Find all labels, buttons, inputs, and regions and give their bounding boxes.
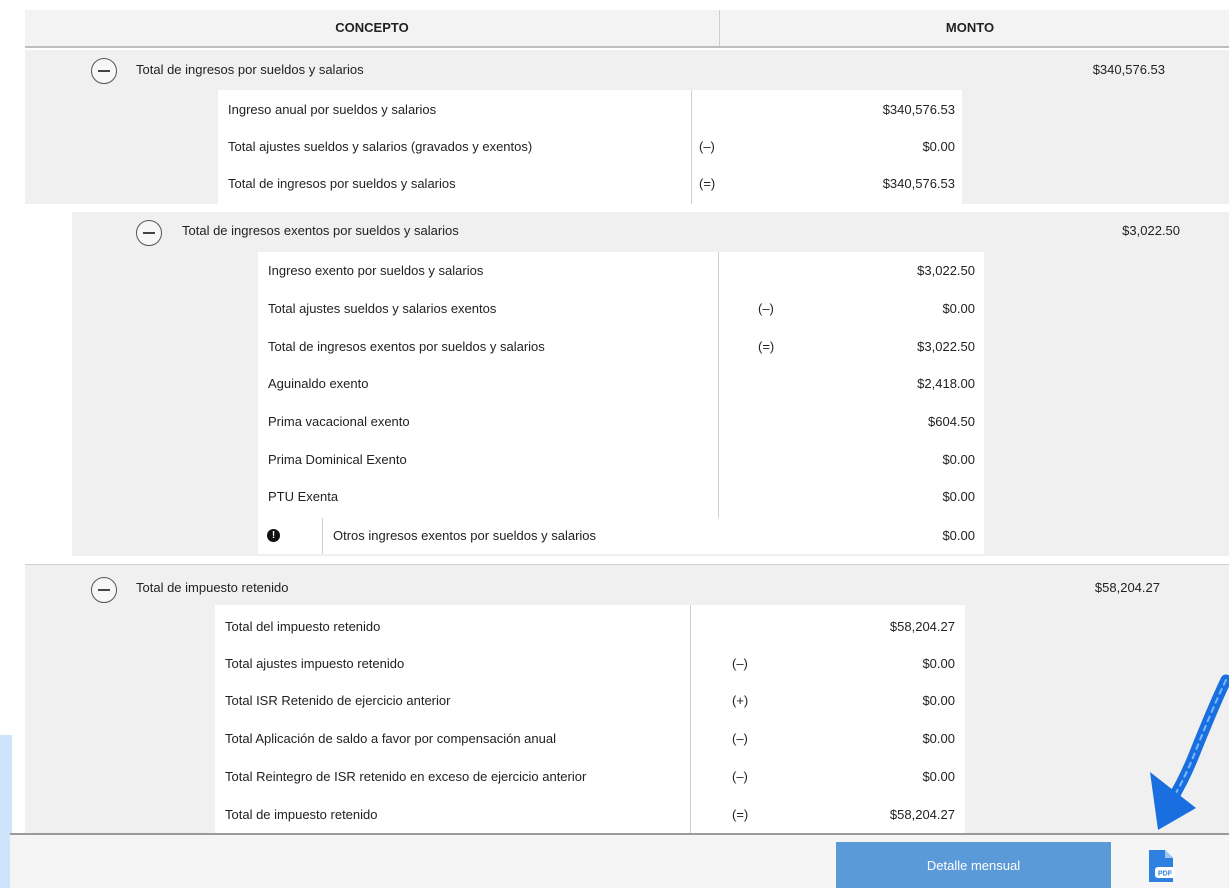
section-exentos-total: $3,022.50 [1122, 223, 1180, 238]
annotation-arrow-icon [1140, 660, 1229, 835]
row-value: $0.00 [922, 769, 955, 784]
row-label: Total ISR Retenido de ejercicio anterior [225, 693, 451, 708]
row-value: $604.50 [928, 414, 975, 429]
row-value: $58,204.27 [889, 619, 955, 634]
row-value: $340,576.53 [882, 102, 955, 117]
row-value: $0.00 [922, 693, 955, 708]
row-label: Total de ingresos exentos por sueldos y … [268, 339, 545, 354]
pdf-download-icon[interactable]: PDF [1146, 848, 1176, 884]
row-label: Prima vacacional exento [268, 414, 410, 429]
row-value: $0.00 [922, 139, 955, 154]
otros-divider [322, 518, 323, 554]
row-op: (=) [699, 176, 716, 191]
row-value: $2,418.00 [917, 376, 975, 391]
row-op: (–) [732, 769, 748, 784]
collapse-icon[interactable] [136, 220, 162, 246]
row-op: (–) [699, 139, 715, 154]
section-impuesto-title: Total de impuesto retenido [136, 580, 289, 595]
row-label: Total ajustes sueldos y salarios exentos [268, 301, 497, 316]
section-impuesto-divider [690, 605, 691, 833]
row-label: Total del impuesto retenido [225, 619, 381, 634]
row-label: Ingreso exento por sueldos y salarios [268, 263, 484, 278]
row-op: (=) [732, 807, 749, 822]
row-label: Total ajustes impuesto retenido [225, 656, 405, 671]
row-op: (=) [758, 339, 775, 354]
row-value: $3,022.50 [917, 263, 975, 278]
row-value: $58,204.27 [889, 807, 955, 822]
row-value: $0.00 [942, 301, 975, 316]
row-op: (+) [732, 693, 749, 708]
row-value: $0.00 [942, 452, 975, 467]
header-underline [25, 46, 1229, 48]
section-exentos-divider [718, 252, 719, 518]
row-op: (–) [758, 301, 774, 316]
row-label: PTU Exenta [268, 489, 339, 504]
row-label: Otros ingresos exentos por sueldos y sal… [333, 528, 597, 543]
row-label: Ingreso anual por sueldos y salarios [228, 102, 437, 117]
collapse-icon[interactable] [91, 577, 117, 603]
header-concepto: CONCEPTO [335, 20, 409, 35]
header-monto: MONTO [945, 20, 995, 35]
section-exentos-title: Total de ingresos exentos por sueldos y … [182, 223, 459, 238]
row-value: $340,576.53 [882, 176, 955, 191]
section-impuesto-total: $58,204.27 [1094, 580, 1160, 595]
pdf-label: PDF [1158, 871, 1173, 878]
row-label: Total Reintegro de ISR retenido en exces… [225, 769, 587, 784]
row-label: Total ajustes sueldos y salarios (gravad… [228, 139, 533, 154]
info-icon[interactable]: ! [267, 529, 280, 542]
row-label: Total de ingresos por sueldos y salarios [228, 176, 456, 191]
row-value: $0.00 [942, 528, 975, 543]
detalle-mensual-button[interactable]: Detalle mensual [836, 842, 1111, 888]
section-ingresos-divider [691, 90, 692, 204]
row-label: Prima Dominical Exento [268, 452, 407, 467]
row-label: Aguinaldo exento [268, 376, 369, 391]
row-label: Total de impuesto retenido [225, 807, 378, 822]
row-label: Total Aplicación de saldo a favor por co… [225, 731, 556, 746]
section-ingresos-title: Total de ingresos por sueldos y salarios [136, 62, 364, 77]
collapse-icon[interactable] [91, 58, 117, 84]
row-value: $0.00 [922, 731, 955, 746]
section-impuesto-table [215, 605, 965, 833]
row-value: $0.00 [922, 656, 955, 671]
row-value: $3,022.50 [917, 339, 975, 354]
row-value: $0.00 [942, 489, 975, 504]
section-ingresos-total: $340,576.53 [1092, 62, 1165, 77]
row-op: (–) [732, 731, 748, 746]
row-op: (–) [732, 656, 748, 671]
